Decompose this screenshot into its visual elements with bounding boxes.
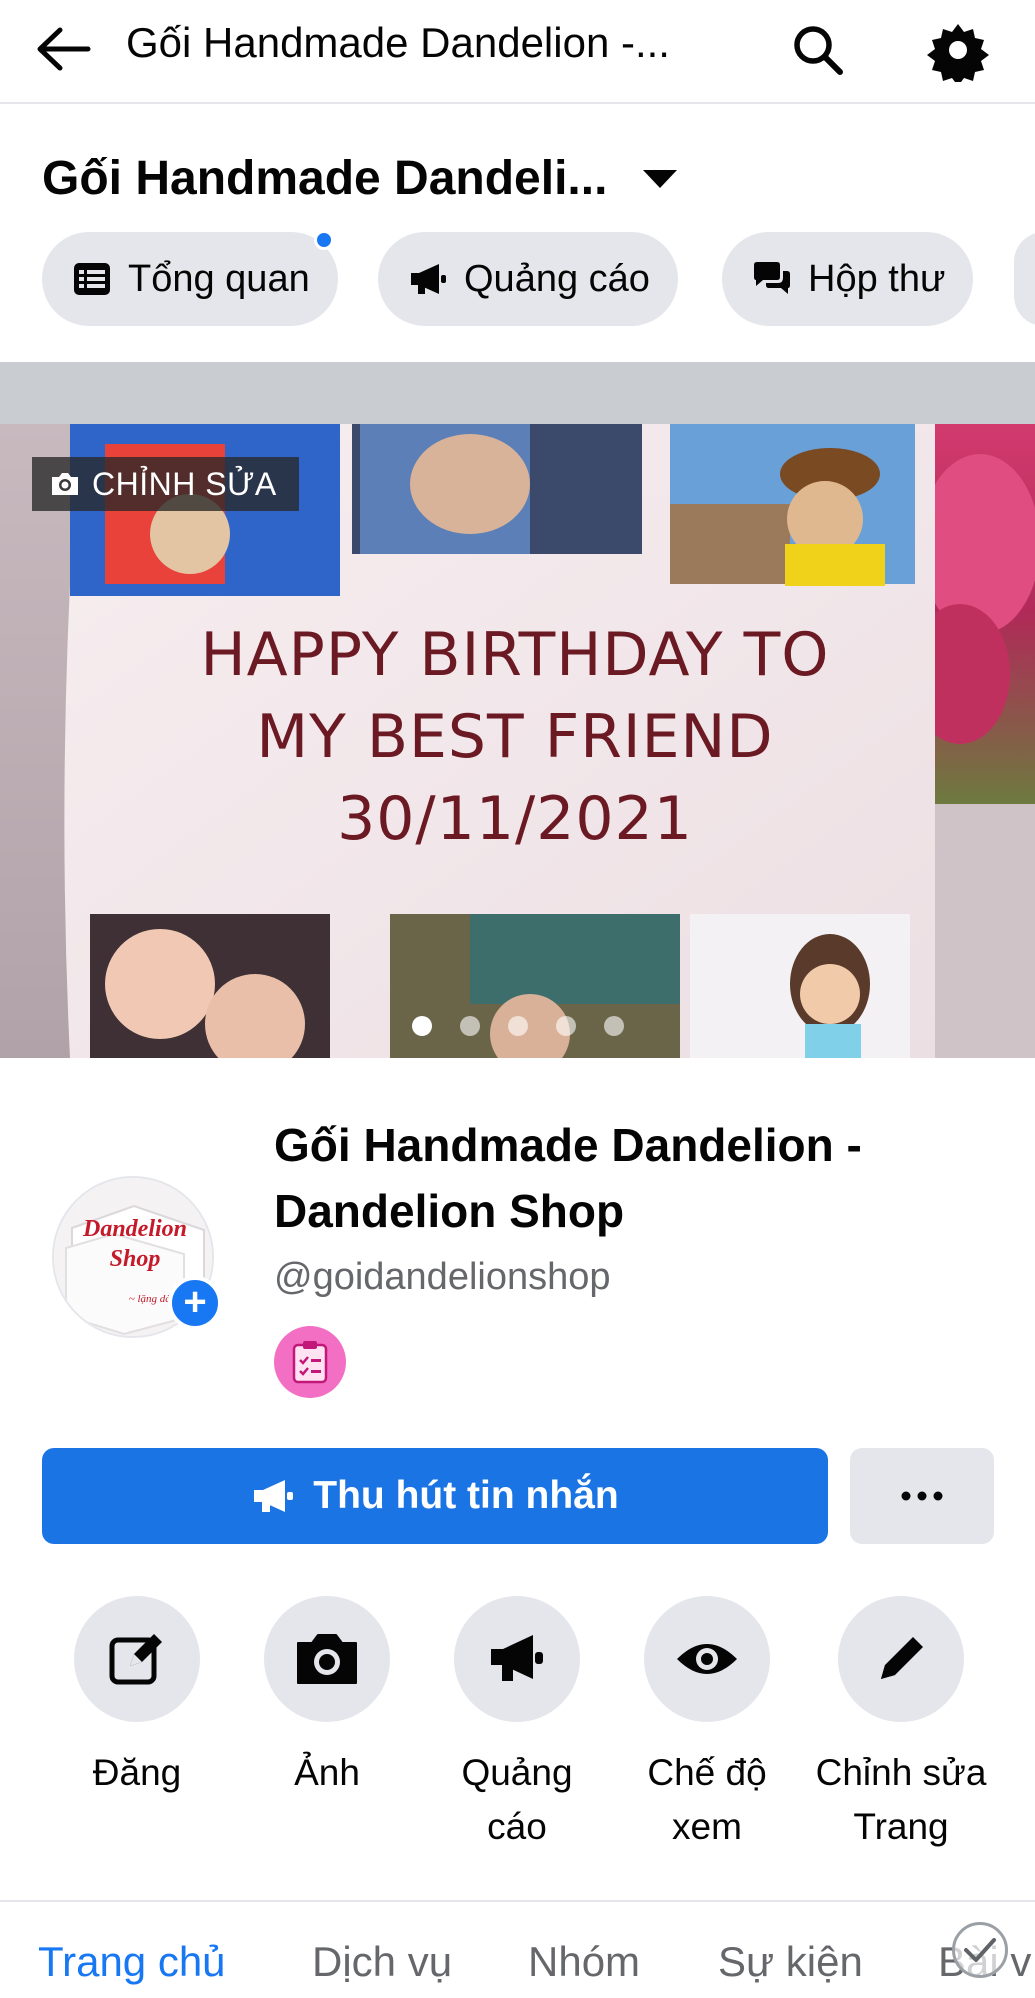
page-tools-chips: Tổng quan Quảng cáo Hộp thư (42, 232, 1035, 326)
clipboard-icon (292, 1341, 328, 1384)
carousel-dot[interactable] (460, 1016, 480, 1036)
tab-services[interactable]: Dịch vụ (312, 1930, 452, 1994)
cover-photo[interactable]: HAPPY BIRTHDAY TO MY BEST FRIEND 30/11/2… (0, 424, 1035, 1058)
tab-home[interactable]: Trang chủ (38, 1930, 226, 1994)
pillow-print-text: HAPPY BIRTHDAY TO MY BEST FRIEND 30/11/2… (140, 614, 890, 860)
chip-inbox-label: Hộp thư (808, 257, 946, 300)
pillow-text-line: 30/11/2021 (337, 784, 693, 854)
chip-ads-label: Quảng cáo (464, 257, 650, 300)
cover-carousel-dots (412, 1016, 624, 1036)
eye-icon (644, 1596, 770, 1722)
category-badge[interactable] (274, 1326, 346, 1398)
profile-name: Gối Handmade Dandelion - Dandelion Shop (274, 1119, 862, 1237)
chip-overview[interactable]: Tổng quan (42, 232, 338, 326)
compose-icon (74, 1596, 200, 1722)
notification-dot (313, 232, 334, 250)
chat-bubbles-icon (752, 259, 792, 299)
chip-overview-label: Tổng quan (128, 257, 310, 300)
action-edit-page[interactable]: Chỉnh sửa Trang (812, 1596, 990, 1854)
search-button[interactable] (780, 12, 856, 88)
megaphone-icon (408, 259, 448, 299)
profile-handle: @goidandelionshop (274, 1256, 611, 1298)
carousel-dot[interactable] (556, 1016, 576, 1036)
carousel-dot[interactable] (508, 1016, 528, 1036)
checkmark-icon[interactable] (952, 1922, 1008, 1978)
list-icon (72, 259, 112, 299)
tab-groups[interactable]: Nhóm (528, 1930, 640, 1994)
action-post-label: Đăng (92, 1752, 182, 1793)
action-ads[interactable]: Quảng cáo (432, 1596, 602, 1854)
megaphone-icon (454, 1596, 580, 1722)
get-messages-label: Thu hút tin nhắn (313, 1474, 619, 1517)
section-divider (0, 1900, 1035, 1902)
pillow-text-line: MY BEST FRIEND (256, 702, 774, 772)
page-tabs: Trang chủ Dịch vụ Nhóm Sự kiện Bài v (0, 1930, 1035, 1998)
gear-icon (927, 24, 989, 82)
avatar-brand-line: Shop (109, 1246, 161, 1272)
action-ads-label: Quảng cáo (461, 1752, 573, 1847)
add-profile-photo-button[interactable]: + (168, 1276, 222, 1330)
action-photo-label: Ảnh (294, 1752, 360, 1793)
back-button[interactable] (28, 14, 98, 84)
top-bar-title: Gối Handmade Dandelion -... (126, 19, 670, 66)
edit-cover-label: CHỈNH SỬA (92, 465, 277, 502)
avatar-brand-text: Dandelion Shop (54, 1214, 212, 1274)
pencil-icon (838, 1596, 964, 1722)
action-edit-page-label: Chỉnh sửa Trang (815, 1752, 987, 1847)
page-name: Gối Handmade Dandeli... (42, 152, 608, 205)
arrow-left-icon (37, 27, 91, 71)
camera-icon (264, 1596, 390, 1722)
pillow-text-line: HAPPY BIRTHDAY TO (200, 620, 830, 690)
settings-button[interactable] (918, 10, 998, 90)
search-icon (794, 26, 843, 75)
more-options-button[interactable] (850, 1448, 994, 1544)
chip-ads[interactable]: Quảng cáo (378, 232, 678, 326)
tab-events[interactable]: Sự kiện (718, 1930, 863, 1994)
megaphone-icon (251, 1478, 295, 1514)
cover-top-band (0, 362, 1035, 424)
carousel-dot[interactable] (604, 1016, 624, 1036)
action-view-as-label: Chế độ xem (647, 1752, 767, 1847)
page-switcher[interactable]: Gối Handmade Dandeli... (42, 150, 678, 208)
avatar-brand-line: Dandelion (82, 1216, 187, 1242)
action-photo[interactable]: Ảnh (242, 1596, 412, 1800)
action-post[interactable]: Đăng (52, 1596, 222, 1800)
action-view-as[interactable]: Chế độ xem (622, 1596, 792, 1854)
edit-cover-button[interactable]: CHỈNH SỬA (32, 457, 299, 511)
more-horizontal-icon (901, 1491, 943, 1501)
chip-inbox[interactable]: Hộp thư (722, 232, 974, 326)
caret-down-icon (643, 170, 678, 188)
get-messages-button[interactable]: Thu hút tin nhắn (42, 1448, 828, 1544)
top-app-bar: Gối Handmade Dandelion -... (0, 0, 1035, 104)
chip-more[interactable] (1014, 232, 1035, 326)
camera-icon (50, 471, 80, 497)
carousel-dot[interactable] (412, 1016, 432, 1036)
